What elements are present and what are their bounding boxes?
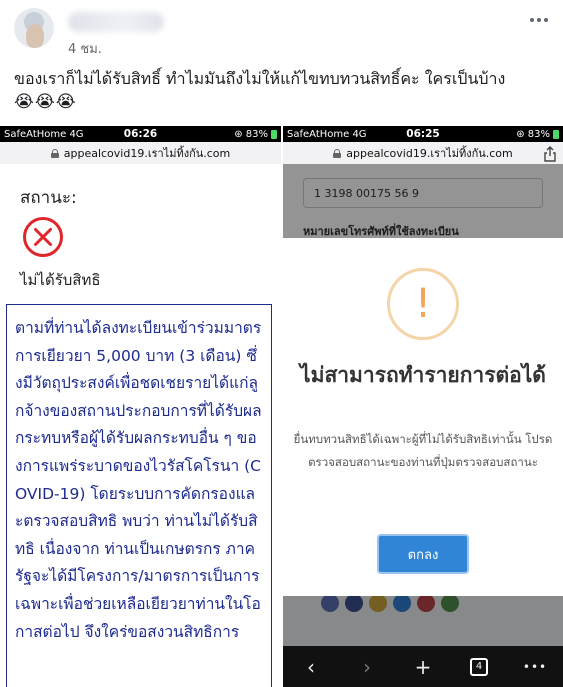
status-bar: SafeAtHome 4G 06:26 ⊛ 83%	[0, 126, 281, 142]
browser-toolbar: ‹ › + 4 •••	[283, 646, 563, 687]
right-screenshot[interactable]: SafeAtHome 4G 06:25 ⊛ 83% appealcovid19.…	[283, 126, 563, 687]
dialog-message: ยื่นทบทวนสิทธิได้เฉพาะผู้ที่ไม่ได้รับสิท…	[293, 432, 553, 469]
more-menu-icon[interactable]: •••	[518, 652, 552, 682]
url-text: appealcovid19.เราไม่ทิ้งกัน.com	[63, 147, 231, 160]
url-bar[interactable]: appealcovid19.เราไม่ทิ้งกัน.com	[283, 142, 563, 164]
status-label: สถานะ:	[20, 188, 77, 208]
avatar-face	[26, 24, 44, 48]
ok-button[interactable]: ตกลง	[377, 534, 469, 574]
crying-emojis: 😭😭😭	[14, 92, 77, 112]
alert-dialog: ! ไม่สามารถทำรายการต่อได้ ยื่นทบทวนสิทธิ…	[283, 238, 563, 596]
url-bar[interactable]: appealcovid19.เราไม่ทิ้งกัน.com	[0, 142, 281, 164]
status-value: ไม่ได้รับสิทธิ	[20, 271, 101, 289]
clock: 06:25	[406, 128, 440, 140]
url-text: appealcovid19.เราไม่ทิ้งกัน.com	[346, 147, 513, 160]
warning-icon: !	[387, 268, 459, 340]
notice-box: ตามที่ท่านได้ลงทะเบียนเข้าร่วมมาตรการเยี…	[6, 304, 272, 687]
notice-text: ตามที่ท่านได้ลงทะเบียนเข้าร่วมมาตรการเยี…	[15, 319, 262, 641]
author-name-blurred[interactable]	[68, 12, 164, 32]
share-icon[interactable]	[543, 146, 557, 162]
tabs-button[interactable]: 4	[462, 652, 496, 682]
back-icon[interactable]: ‹	[294, 652, 328, 682]
status-bar: SafeAtHome 4G 06:25 ⊛ 83%	[283, 126, 563, 142]
dialog-title: ไม่สามารถทำรายการต่อได้	[300, 363, 546, 387]
lock-icon	[50, 148, 59, 158]
clock: 06:26	[123, 128, 158, 140]
post-text: ของเราก็ไม่ได้รับสิทธิ์ ทำไมมันถึงไม่ให้…	[14, 69, 506, 88]
tabs-count: 4	[470, 657, 488, 676]
lock-icon	[333, 148, 342, 158]
error-x-icon	[23, 217, 63, 257]
post-timestamp[interactable]: 4 ชม.	[68, 38, 102, 59]
forward-icon[interactable]: ›	[350, 652, 384, 682]
left-screenshot[interactable]: SafeAtHome 4G 06:26 ⊛ 83% appealcovid19.…	[0, 126, 281, 687]
more-options-icon[interactable]	[527, 10, 551, 30]
new-tab-icon[interactable]: +	[406, 652, 440, 682]
author-avatar[interactable]	[14, 8, 54, 48]
